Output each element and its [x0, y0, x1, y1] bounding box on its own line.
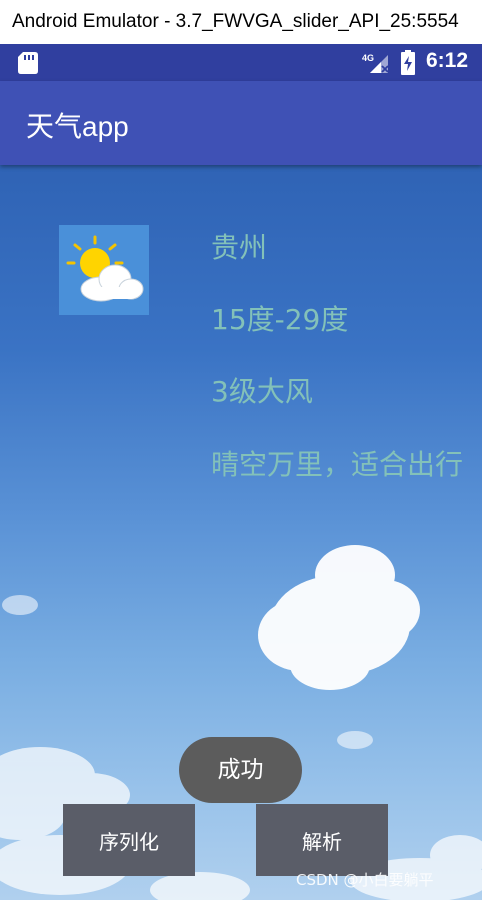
weather-description: 晴空万里，适合出行	[211, 448, 464, 481]
weather-content: 贵州 15度-29度 3级大风 晴空万里，适合出行 成功 序列化 解析 CSDN…	[0, 165, 482, 900]
partly-cloudy-icon	[59, 225, 149, 315]
parse-button[interactable]: 解析	[256, 804, 388, 876]
sd-card-icon	[18, 52, 38, 74]
app-title: 天气app	[26, 111, 129, 142]
watermark-text: CSDN @小白要躺平	[296, 871, 434, 889]
battery-charging-icon	[401, 50, 415, 75]
wind-label: 3级大风	[211, 375, 313, 408]
app-toolbar: 天气app	[0, 81, 482, 165]
signal-4g-icon: 4G	[362, 53, 389, 73]
status-clock: 6:12	[426, 49, 469, 72]
temperature-label: 15度-29度	[211, 303, 349, 336]
emulator-window-title: Android Emulator - 3.7_FWVGA_slider_API_…	[0, 0, 482, 44]
status-bar: 4G 6:12	[0, 44, 482, 81]
serialize-button[interactable]: 序列化	[63, 804, 195, 876]
success-toast: 成功	[179, 737, 302, 803]
network-type-label: 4G	[362, 53, 374, 63]
city-label: 贵州	[211, 231, 268, 264]
